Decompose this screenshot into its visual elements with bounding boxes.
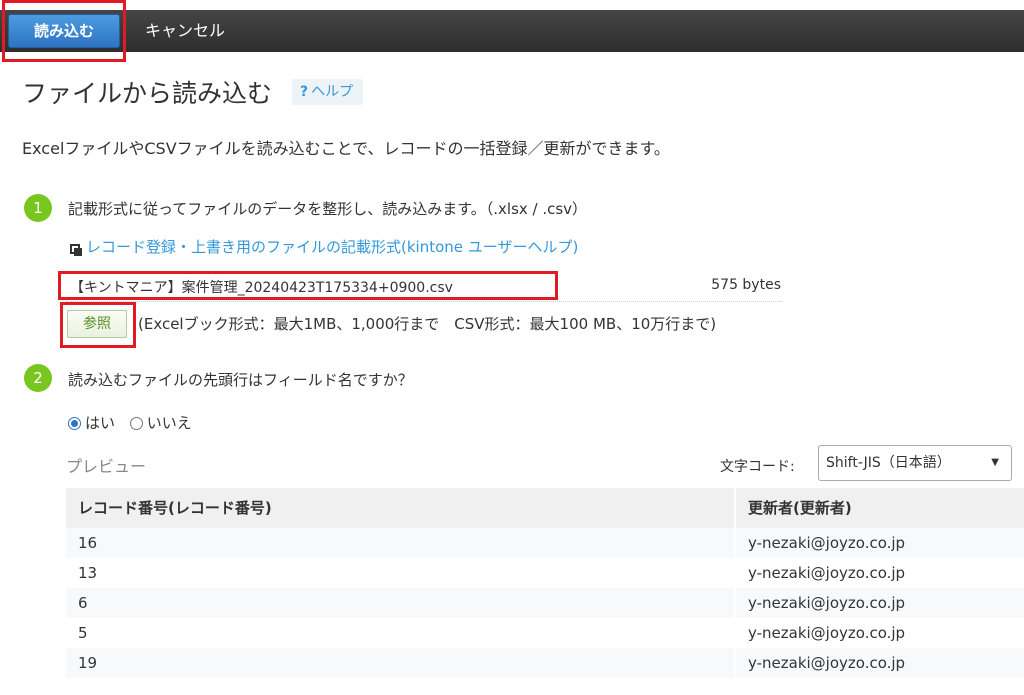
table-body: 16 y-nezaki@joyzo.co.jp 13 y-nezaki@joyz… — [66, 528, 1024, 678]
file-name: 【キントマニア】案件管理_20240423T175334+0900.csv — [70, 280, 453, 296]
radio-no[interactable]: いいえ — [129, 414, 192, 432]
encoding-value: Shift-JIS（日本語） — [826, 455, 951, 471]
help-icon: ? — [300, 84, 309, 100]
divider — [66, 301, 782, 302]
table-row: 6 y-nezaki@joyzo.co.jp — [66, 588, 1024, 618]
radio-icon — [129, 417, 143, 430]
preview-label: プレビュー — [66, 457, 147, 476]
table-row: 5 y-nezaki@joyzo.co.jp — [66, 618, 1024, 648]
column-header: レコード番号(レコード番号) — [78, 499, 272, 517]
encoding-select[interactable]: Shift-JIS（日本語） ▼ — [818, 445, 1012, 481]
help-label: ヘルプ — [311, 84, 354, 100]
step-text: 記載形式に従ってファイルのデータを整形し、読み込みます。（.xlsx / .cs… — [68, 200, 588, 218]
browse-button[interactable]: 参照 — [67, 310, 127, 338]
table-cell: 16 — [78, 534, 98, 552]
cancel-button[interactable]: キャンセル — [130, 14, 240, 48]
description: ExcelファイルやCSVファイルを読み込むことで、レコードの一括登録／更新がで… — [22, 139, 670, 158]
format-help-link[interactable]: レコード登録・上書き用のファイルの記載形式(kintone ユーザーヘルプ) — [70, 236, 578, 257]
radio-icon — [68, 417, 81, 430]
table-header: レコード番号(レコード番号) 更新者(更新者) — [66, 488, 1024, 528]
table-cell: 6 — [78, 594, 88, 612]
load-button[interactable]: 読み込む — [8, 14, 120, 48]
table-cell: 5 — [78, 624, 88, 642]
toolbar: 読み込む キャンセル — [0, 10, 1024, 52]
table-cell: y-nezaki@joyzo.co.jp — [734, 648, 1024, 678]
column-header: 更新者(更新者) — [734, 488, 1024, 528]
chevron-down-icon: ▼ — [991, 457, 999, 468]
table-row: 13 y-nezaki@joyzo.co.jp — [66, 558, 1024, 588]
table-cell: y-nezaki@joyzo.co.jp — [734, 558, 1024, 588]
radio-label: いいえ — [146, 414, 192, 432]
header-row-radio-group: はい いいえ — [68, 412, 202, 433]
format-link-label: レコード登録・上書き用のファイルの記載形式(kintone ユーザーヘルプ) — [86, 238, 579, 256]
preview-table: レコード番号(レコード番号) 更新者(更新者) 16 y-nezaki@joyz… — [66, 488, 1024, 678]
step-number: 1 — [24, 194, 52, 222]
table-cell: 13 — [78, 564, 98, 582]
file-size: 575 bytes — [711, 277, 781, 293]
step-text: 読み込むファイルの先頭行はフィールド名ですか？ — [68, 371, 413, 389]
table-cell: y-nezaki@joyzo.co.jp — [734, 618, 1024, 648]
table-cell: y-nezaki@joyzo.co.jp — [734, 588, 1024, 618]
file-limits: (Excelブック形式：最大1MB、1,000行まで CSV形式：最大100 M… — [138, 315, 717, 333]
table-cell: 19 — [78, 654, 98, 672]
table-cell: y-nezaki@joyzo.co.jp — [734, 528, 1024, 558]
radio-yes[interactable]: はい — [68, 414, 115, 432]
radio-label: はい — [85, 414, 116, 432]
table-row: 16 y-nezaki@joyzo.co.jp — [66, 528, 1024, 558]
encoding-label: 文字コード: — [720, 459, 795, 475]
step-number: 2 — [24, 364, 52, 392]
external-link-icon — [70, 244, 82, 256]
table-row: 19 y-nezaki@joyzo.co.jp — [66, 648, 1024, 678]
page-title: ファイルから読み込む — [22, 79, 273, 108]
help-link[interactable]: ? ヘルプ — [292, 79, 364, 105]
